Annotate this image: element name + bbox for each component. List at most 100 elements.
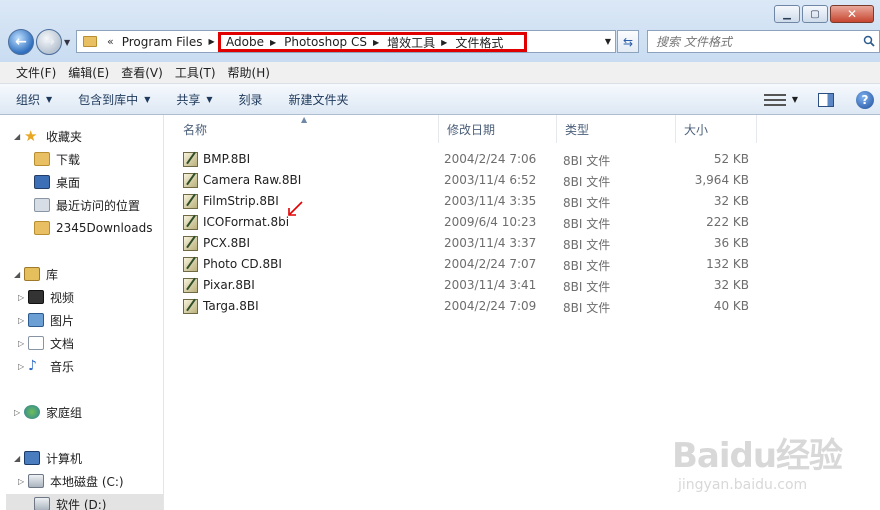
file-name: PCX.8BI — [203, 236, 251, 250]
back-button[interactable]: ← — [8, 29, 34, 55]
file-date: 2004/2/24 7:09 — [444, 299, 537, 313]
expand-arrow-icon[interactable]: ◢ — [14, 132, 24, 141]
collapsed-arrow-icon[interactable]: ▷ — [18, 477, 28, 486]
maximize-button[interactable]: ▢ — [802, 5, 828, 23]
column-header-name[interactable]: 名称 — [175, 115, 439, 143]
burn-button[interactable]: 刻录 — [239, 91, 263, 108]
search-box[interactable] — [647, 30, 880, 53]
address-overflow[interactable]: « — [107, 35, 114, 48]
nav-local-disk-c[interactable]: ▷ 本地磁盘 (C:) — [18, 471, 124, 491]
nav-computer[interactable]: ◢ 计算机 — [14, 448, 82, 468]
new-folder-button[interactable]: 新建文件夹 — [289, 91, 349, 108]
file-size: 36 KB — [713, 236, 749, 250]
nav-desktop[interactable]: 桌面 — [34, 172, 80, 192]
column-header-type[interactable]: 类型 — [557, 115, 676, 143]
collapsed-arrow-icon[interactable]: ▷ — [14, 408, 24, 417]
picture-icon — [28, 313, 44, 327]
document-icon — [28, 336, 44, 350]
file-type: 8BI 文件 — [563, 280, 611, 294]
navigation-pane[interactable]: ◢ ★ 收藏夹 下载 桌面 最近访问的位置 2345Downloads ◢ 库 … — [0, 115, 164, 510]
address-bar[interactable]: « Program Files ▶ Adobe ▶ Photoshop CS ▶… — [76, 30, 616, 53]
nav-label: 本地磁盘 (C:) — [50, 474, 124, 489]
table-row[interactable]: Pixar.8BI 2003/11/4 3:41 8BI 文件 32 KB — [165, 275, 880, 296]
file-type: 8BI 文件 — [563, 217, 611, 231]
minimize-button[interactable]: ▁ — [774, 5, 800, 23]
title-bar: ▁ ▢ ✕ ← → ▼ « Program Files ▶ Adobe ▶ Ph… — [0, 0, 880, 62]
menu-tools[interactable]: 工具(T) — [169, 62, 222, 83]
file-type: 8BI 文件 — [563, 154, 611, 168]
nav-homegroup[interactable]: ▷ 家庭组 — [14, 402, 82, 422]
nav-label: 文档 — [50, 336, 75, 351]
collapsed-arrow-icon[interactable]: ▷ — [18, 316, 28, 325]
file-date: 2004/2/24 7:06 — [444, 152, 537, 166]
column-size-label: 大小 — [684, 122, 709, 137]
table-row[interactable]: FilmStrip.8BI 2003/11/4 3:35 8BI 文件 32 K… — [165, 191, 880, 212]
table-row[interactable]: Targa.8BI 2004/2/24 7:09 8BI 文件 40 KB — [165, 296, 880, 317]
nav-software-d[interactable]: 软件 (D:) — [6, 494, 163, 510]
nav-recent-places[interactable]: 最近访问的位置 — [34, 195, 140, 215]
help-icon[interactable]: ? — [856, 90, 874, 109]
watermark-logo: Baidu经验 — [672, 436, 843, 476]
column-header-date[interactable]: 修改日期 — [439, 115, 557, 143]
file-type: 8BI 文件 — [563, 238, 611, 252]
collapsed-arrow-icon[interactable]: ▷ — [18, 339, 28, 348]
table-row[interactable]: BMP.8BI 2004/2/24 7:06 8BI 文件 52 KB — [165, 149, 880, 170]
preview-pane-icon[interactable] — [818, 92, 834, 107]
nav-downloads[interactable]: 下载 — [34, 149, 80, 169]
toolbar-right: ▼ ? — [763, 84, 880, 115]
search-input[interactable] — [648, 34, 848, 49]
breadcrumb-plugins[interactable]: 增效工具 — [387, 34, 435, 51]
history-dropdown[interactable]: ▼ — [64, 38, 70, 47]
nav-label: 收藏夹 — [46, 129, 83, 144]
address-dropdown-icon[interactable]: ▼ — [605, 37, 611, 46]
refresh-icon: ⇆ — [622, 34, 634, 49]
breadcrumb-file-formats[interactable]: 文件格式 — [455, 34, 503, 51]
nav-videos[interactable]: ▷ 视频 — [18, 287, 74, 307]
breadcrumb-separator-icon[interactable]: ▶ — [373, 38, 379, 47]
library-icon — [24, 267, 40, 281]
plugin-file-icon — [183, 194, 198, 209]
file-type: 8BI 文件 — [563, 175, 611, 189]
drive-icon — [34, 497, 50, 510]
column-header-size[interactable]: 大小 — [676, 115, 757, 143]
file-size: 32 KB — [713, 194, 749, 208]
breadcrumb-separator-icon[interactable]: ▶ — [270, 38, 276, 47]
breadcrumb-program-files[interactable]: Program Files — [122, 35, 203, 49]
nav-libraries[interactable]: ◢ 库 — [14, 264, 58, 284]
collapsed-arrow-icon[interactable]: ▷ — [18, 362, 28, 371]
view-list-icon[interactable] — [763, 92, 786, 108]
refresh-button[interactable]: ⇆ — [617, 30, 639, 53]
breadcrumb-separator-icon[interactable]: ▶ — [209, 37, 215, 46]
table-row[interactable]: PCX.8BI 2003/11/4 3:37 8BI 文件 36 KB — [165, 233, 880, 254]
menu-file[interactable]: 文件(F) — [10, 62, 62, 83]
breadcrumb-adobe[interactable]: Adobe — [226, 35, 264, 49]
music-note-icon: ♪ — [28, 358, 37, 374]
organize-button[interactable]: 组织 ▼ — [16, 91, 52, 108]
view-options-dropdown-icon[interactable]: ▼ — [792, 95, 798, 104]
expand-arrow-icon[interactable]: ◢ — [14, 454, 24, 463]
menu-edit[interactable]: 编辑(E) — [62, 62, 115, 83]
nav-2345downloads[interactable]: 2345Downloads — [34, 218, 152, 238]
close-button[interactable]: ✕ — [830, 5, 874, 23]
file-size: 3,964 KB — [694, 173, 749, 187]
nav-music[interactable]: ▷ ♪ 音乐 — [18, 356, 74, 376]
arrow-right-icon: → — [43, 34, 55, 50]
collapsed-arrow-icon[interactable]: ▷ — [18, 293, 28, 302]
menu-help[interactable]: 帮助(H) — [222, 62, 276, 83]
search-icon[interactable] — [863, 35, 875, 47]
table-row[interactable]: ICOFormat.8bi 2009/6/4 10:23 8BI 文件 222 … — [165, 212, 880, 233]
file-name: Targa.8BI — [203, 299, 259, 313]
share-button[interactable]: 共享 ▼ — [176, 91, 212, 108]
plugin-file-icon — [183, 257, 198, 272]
expand-arrow-icon[interactable]: ◢ — [14, 270, 24, 279]
forward-button[interactable]: → — [36, 29, 62, 55]
include-in-library-button[interactable]: 包含到库中 ▼ — [78, 91, 150, 108]
nav-documents[interactable]: ▷ 文档 — [18, 333, 74, 353]
table-row[interactable]: Camera Raw.8BI 2003/11/4 6:52 8BI 文件 3,9… — [165, 170, 880, 191]
menu-view[interactable]: 查看(V) — [115, 62, 169, 83]
breadcrumb-photoshop-cs[interactable]: Photoshop CS — [284, 35, 367, 49]
table-row[interactable]: Photo CD.8BI 2004/2/24 7:07 8BI 文件 132 K… — [165, 254, 880, 275]
nav-favorites[interactable]: ◢ ★ 收藏夹 — [14, 126, 82, 146]
nav-pictures[interactable]: ▷ 图片 — [18, 310, 74, 330]
breadcrumb-separator-icon[interactable]: ▶ — [441, 38, 447, 47]
